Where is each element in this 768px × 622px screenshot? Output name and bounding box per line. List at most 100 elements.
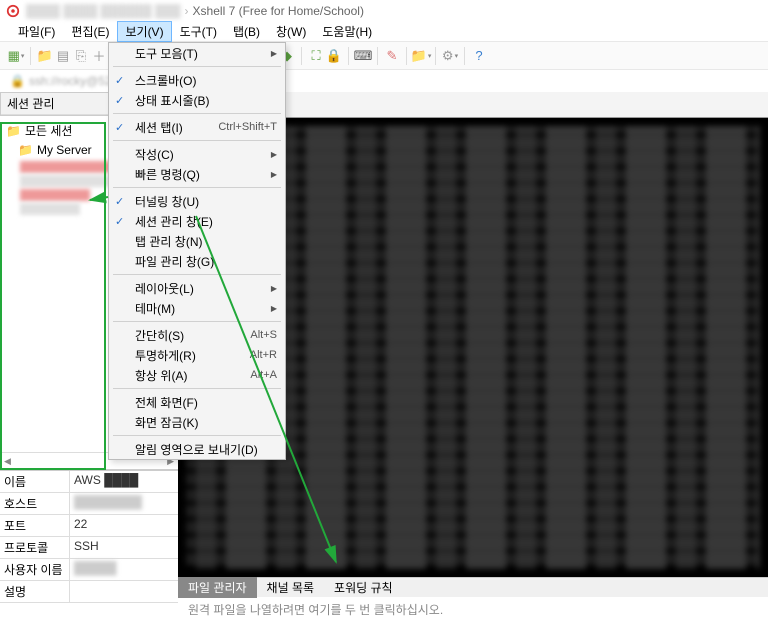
dropdown-item[interactable]: 작성(C) ▶ [109, 144, 285, 164]
prop-row: 사용자 이름█████ [0, 559, 178, 581]
address-text[interactable]: ssh://rocky@52 [29, 74, 112, 88]
dropdown-item[interactable]: 테마(M) ▶ [109, 298, 285, 318]
menu-edit[interactable]: 편집(E) [63, 21, 117, 42]
shortcut-label: Alt+A [250, 369, 277, 381]
prop-row: 설명 [0, 581, 178, 603]
open-icon[interactable]: 📁 [37, 48, 53, 64]
dropdown-item[interactable]: ✓ 터널링 창(U) [109, 191, 285, 211]
dropdown-item-label: 스크롤바(O) [135, 72, 197, 89]
tree-item-blur[interactable] [20, 189, 90, 201]
help-icon[interactable]: ? [471, 48, 487, 64]
dropdown-item[interactable]: 도구 모음(T) ▶ [109, 43, 285, 63]
dropdown-item[interactable]: ✓ 스크롤바(O) [109, 70, 285, 90]
folder-icon: 📁 [6, 124, 21, 138]
dropdown-item[interactable]: 화면 잠금(K) [109, 412, 285, 432]
dropdown-item[interactable]: ✓ 세션 탭(I) Ctrl+Shift+T [109, 117, 285, 137]
keyboard-icon[interactable]: ⌨ [355, 48, 371, 64]
view-dropdown: 도구 모음(T) ▶ ✓ 스크롤바(O) ✓ 상태 표시줄(B) ✓ 세션 탭(I) Ctrl+… [108, 42, 286, 460]
scroll-left-icon[interactable]: ◀ [4, 456, 11, 467]
folder-icon: 📁 [18, 143, 33, 157]
title-text: Xshell 7 (Free for Home/School) [193, 4, 364, 18]
dropdown-item[interactable]: ✓ 세션 관리 창(E) [109, 211, 285, 231]
dropdown-item-label: 빠른 명령(Q) [135, 166, 200, 183]
menu-bar: 파일(F) 편집(E) 보기(V) 도구(T) 탭(B) 창(W) 도움말(H) [0, 22, 768, 42]
check-icon: ✓ [115, 121, 124, 134]
dropdown-separator [113, 435, 281, 436]
menu-help[interactable]: 도움말(H) [314, 21, 380, 42]
highlight-icon[interactable]: ✎ [384, 48, 400, 64]
dropdown-separator [113, 140, 281, 141]
dropdown-item-label: 투명하게(R) [135, 347, 196, 364]
bottom-tab-filemgr[interactable]: 파일 관리자 [178, 577, 257, 598]
dropdown-item-label: 알림 영역으로 보내기(D) [135, 441, 258, 458]
menu-tools[interactable]: 도구(T) [172, 21, 225, 42]
dropdown-item[interactable]: 항상 위(A)Alt+A [109, 365, 285, 385]
submenu-arrow-icon: ▶ [271, 170, 277, 179]
shortcut-label: Ctrl+Shift+T [218, 121, 277, 133]
dropdown-separator [113, 113, 281, 114]
dropdown-item-label: 탭 관리 창(N) [135, 233, 203, 250]
prop-row: 이름AWS ████ [0, 471, 178, 493]
check-icon: ✓ [115, 94, 124, 107]
dropdown-item-label: 화면 잠금(K) [135, 414, 199, 431]
bottom-tab-forwarding[interactable]: 포워딩 규칙 [324, 577, 403, 598]
menu-tab[interactable]: 탭(B) [225, 21, 268, 42]
dropdown-item-label: 세션 관리 창(E) [135, 213, 213, 230]
dropdown-separator [113, 388, 281, 389]
dropdown-item-label: 간단히(S) [135, 327, 184, 344]
dropdown-item[interactable]: 파일 관리 창(G) [109, 251, 285, 271]
disk-icon[interactable]: ⎘ [73, 48, 89, 64]
submenu-arrow-icon: ▶ [271, 49, 277, 58]
title-blur: ████ ████ ██████ ███ [26, 4, 181, 18]
dropdown-item[interactable]: 간단히(S)Alt+S [109, 325, 285, 345]
dropdown-item-label: 터널링 창(U) [135, 193, 199, 210]
menu-file[interactable]: 파일(F) [10, 21, 63, 42]
dropdown-item[interactable]: 탭 관리 창(N) [109, 231, 285, 251]
new-session-icon[interactable]: ▦▾ [8, 48, 24, 64]
dropdown-item-label: 세션 탭(I) [135, 119, 183, 136]
title-bar: ████ ████ ██████ ███ › Xshell 7 (Free fo… [0, 0, 768, 22]
dropdown-item-label: 전체 화면(F) [135, 394, 198, 411]
folder-add-icon[interactable]: 📁▾ [413, 48, 429, 64]
settings-icon[interactable]: ⚙▾ [442, 48, 458, 64]
dropdown-item-label: 파일 관리 창(G) [135, 253, 214, 270]
dropdown-item-label: 작성(C) [135, 146, 174, 163]
menu-window[interactable]: 창(W) [268, 21, 314, 42]
dropdown-separator [113, 274, 281, 275]
dropdown-item[interactable]: 빠른 명령(Q) ▶ [109, 164, 285, 184]
menu-view[interactable]: 보기(V) [117, 21, 171, 42]
check-icon: ✓ [115, 74, 124, 87]
dropdown-item-label: 테마(M) [135, 300, 175, 317]
properties-grid: 이름AWS ████ 호스트████████ 포트22 프로토콜SSH 사용자 … [0, 470, 178, 603]
prop-row: 프로토콜SSH [0, 537, 178, 559]
dropdown-item[interactable]: 전체 화면(F) [109, 392, 285, 412]
bottom-tab-channels[interactable]: 채널 목록 [257, 577, 325, 598]
plus-icon[interactable]: ＋ [91, 48, 107, 64]
prop-row: 포트22 [0, 515, 178, 537]
dropdown-item-label: 상태 표시줄(B) [135, 92, 210, 109]
save-icon[interactable]: ▤ [55, 48, 71, 64]
submenu-arrow-icon: ▶ [271, 150, 277, 159]
dropdown-item-label: 도구 모음(T) [135, 45, 198, 62]
bottom-tab-bar: 파일 관리자 채널 목록 포워딩 규칙 [178, 577, 768, 597]
submenu-arrow-icon: ▶ [271, 284, 277, 293]
shortcut-label: Alt+R [250, 349, 277, 361]
lock-icon[interactable]: 🔒 [326, 48, 342, 64]
submenu-arrow-icon: ▶ [271, 304, 277, 313]
lock-small-icon: 🔒 [10, 74, 25, 88]
dropdown-separator [113, 321, 281, 322]
dropdown-item[interactable]: 레이아웃(L) ▶ [109, 278, 285, 298]
dropdown-separator [113, 187, 281, 188]
dropdown-item[interactable]: 알림 영역으로 보내기(D) [109, 439, 285, 459]
dropdown-item[interactable]: ✓ 상태 표시줄(B) [109, 90, 285, 110]
fullscreen-icon[interactable]: ⛶ [308, 48, 324, 64]
check-icon: ✓ [115, 195, 124, 208]
bottom-hint-text: 원격 파일을 나열하려면 여기를 두 번 클릭하십시오. [178, 597, 768, 622]
dropdown-item-label: 레이아웃(L) [135, 280, 194, 297]
app-icon [6, 4, 20, 18]
prop-row: 호스트████████ [0, 493, 178, 515]
check-icon: ✓ [115, 215, 124, 228]
dropdown-separator [113, 66, 281, 67]
tree-item-blur[interactable] [20, 203, 80, 215]
dropdown-item[interactable]: 투명하게(R) Alt+R [109, 345, 285, 365]
